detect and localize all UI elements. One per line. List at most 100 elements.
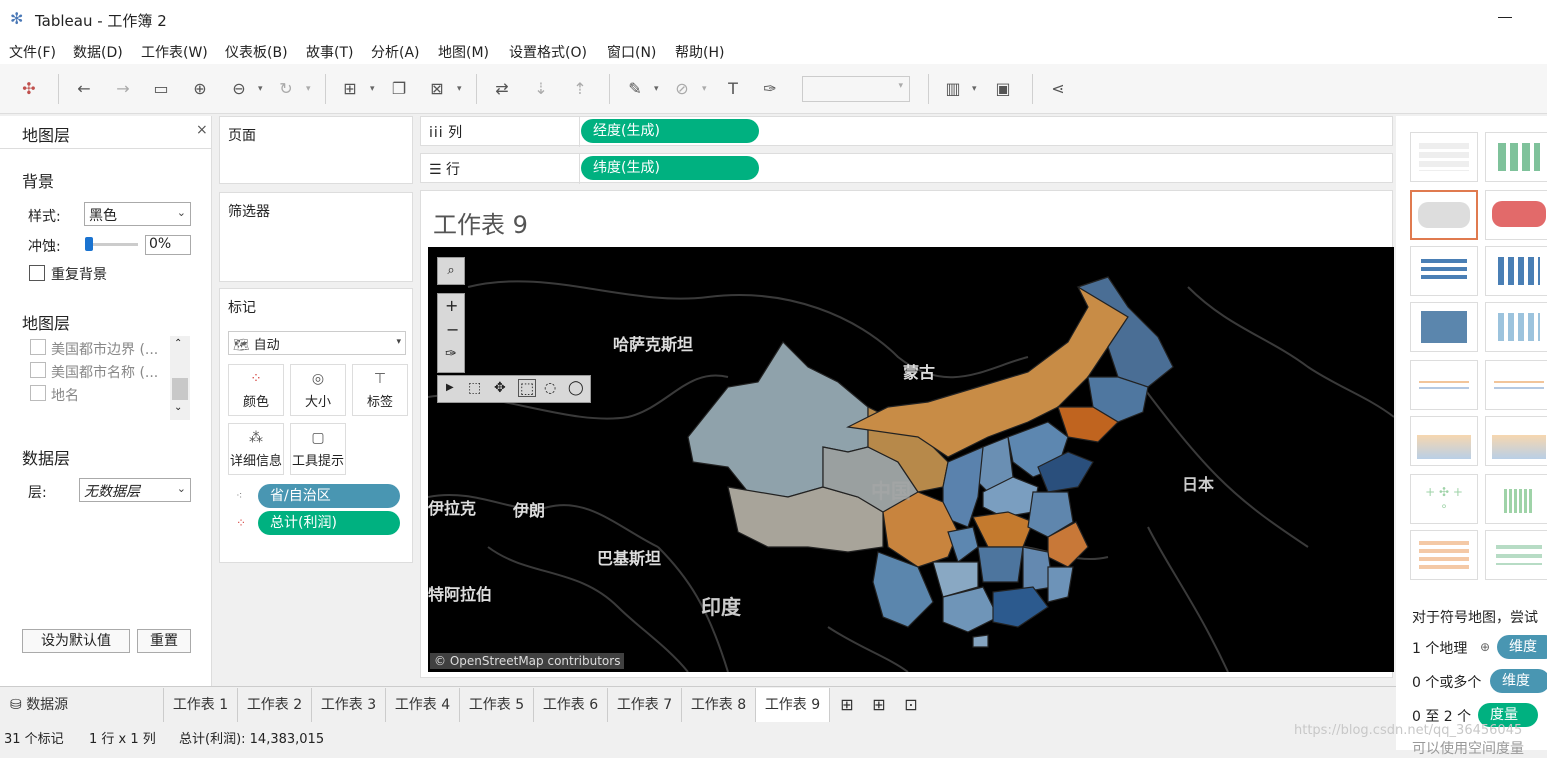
mark-type-select[interactable]: 🗺 自动 ▾ [228,331,406,355]
tab-sheet-2[interactable]: 工作表 2 [238,688,312,722]
save-icon[interactable]: ▭ [150,78,172,100]
latitude-pill[interactable]: 纬度(生成) [581,156,759,180]
menu-story[interactable]: 故事(T) [306,42,353,62]
presentation-icon[interactable]: ▣ [992,78,1014,100]
region-hunan[interactable] [977,546,1024,583]
clear-sheet-icon[interactable]: ⊠ [426,78,448,100]
province-pill[interactable]: 省/自治区 [258,484,400,508]
menu-dashboard[interactable]: 仪表板(B) [225,42,288,62]
lasso-select-icon[interactable]: ◯ [568,380,584,396]
heat-map-thumb[interactable] [1485,132,1547,182]
label-button[interactable]: ⊤ 标签 [352,364,408,416]
zoom-area-icon[interactable]: ⬚ [468,380,481,396]
menu-format[interactable]: 设置格式(O) [509,42,587,62]
menu-help[interactable]: 帮助(H) [675,42,724,62]
pause-updates-icon[interactable]: ⊖ [228,78,250,100]
region-chongqing[interactable] [947,526,979,563]
refresh-icon[interactable]: ↻ [275,78,297,100]
fit-combo[interactable]: ▾ [802,76,910,102]
zoom-in-icon[interactable]: + [445,296,458,315]
treemap-thumb[interactable] [1410,302,1478,352]
washout-input[interactable]: 0% [145,235,191,255]
tab-sheet-9[interactable]: 工作表 9 [756,688,830,722]
layer-select[interactable]: 无数据层 ⌄ [79,478,191,502]
sort-asc-icon[interactable]: ⇣ [530,78,552,100]
menu-analysis[interactable]: 分析(A) [371,42,420,62]
longitude-pill[interactable]: 经度(生成) [581,119,759,143]
tab-sheet-4[interactable]: 工作表 4 [386,688,460,722]
area-discrete-thumb[interactable] [1485,416,1547,466]
rect-select-icon[interactable]: ⬚ [518,379,536,397]
washout-slider[interactable] [88,243,138,246]
bar-chart-thumb[interactable] [1410,246,1478,296]
region-hubei[interactable] [972,511,1034,548]
scatter-thumb[interactable]: + ✣ + ∘ [1410,474,1478,524]
region-guangdong[interactable] [992,586,1049,628]
menu-worksheet[interactable]: 工作表(W) [141,42,208,62]
highlight-icon[interactable]: ✎ [624,78,646,100]
fix-axes-icon[interactable]: ✑ [759,78,781,100]
new-dashboard-icon[interactable]: ⊞ [868,688,890,722]
tab-sheet-7[interactable]: 工作表 7 [608,688,682,722]
duplicate-sheet-icon[interactable]: ❐ [388,78,410,100]
new-worksheet-icon[interactable]: ⊞ [836,688,858,722]
filters-card[interactable]: 筛选器 [219,192,413,282]
new-sheet-icon[interactable]: ⊞ [339,78,361,100]
undo-icon[interactable]: ← [73,78,95,100]
tab-datasource[interactable]: ⛁ 数据源 [0,688,164,722]
bullet-thumb[interactable] [1485,530,1547,580]
circle-view-thumb[interactable] [1485,302,1547,352]
pan-icon[interactable]: ✥ [494,380,506,396]
play-icon[interactable]: ▶ [446,382,454,393]
tooltip-button[interactable]: ▢ 工具提示 [290,423,346,475]
zoom-out-icon[interactable]: − [446,320,459,339]
show-labels-icon[interactable]: T [722,78,744,100]
reset-button[interactable]: 重置 [137,629,191,653]
menu-file[interactable]: 文件(F) [9,42,56,62]
size-button[interactable]: ◎ 大小 [290,364,346,416]
new-story-icon[interactable]: ⊡ [900,688,922,722]
map-search-button[interactable]: ⌕ [437,257,465,285]
text-table-thumb[interactable] [1410,132,1478,182]
sort-desc-icon[interactable]: ⇡ [569,78,591,100]
show-cards-icon[interactable]: ▥ [942,78,964,100]
profit-pill[interactable]: 总计(利润) [258,511,400,535]
region-fujian[interactable] [1047,566,1074,603]
area-chart-thumb[interactable] [1410,416,1478,466]
menu-window[interactable]: 窗口(N) [607,42,656,62]
menu-data[interactable]: 数据(D) [73,42,123,62]
set-default-button[interactable]: 设为默认值 [22,629,130,653]
columns-shelf[interactable]: iii 列 经度(生成) [420,116,1393,147]
tab-sheet-8[interactable]: 工作表 8 [682,688,756,722]
pages-card[interactable]: 页面 [219,116,413,184]
region-hainan[interactable] [972,634,989,648]
tab-sheet-6[interactable]: 工作表 6 [534,688,608,722]
tableau-home-icon[interactable]: ✣ [18,78,40,100]
swap-icon[interactable]: ⇄ [491,78,513,100]
radial-select-icon[interactable]: ◌ [544,380,556,396]
gantt-thumb[interactable] [1410,530,1478,580]
washout-slider-handle[interactable] [85,237,93,251]
layer-checkbox[interactable] [30,385,46,401]
tab-sheet-5[interactable]: 工作表 5 [460,688,534,722]
share-icon[interactable]: ⋖ [1047,78,1069,100]
filled-map-thumb[interactable] [1485,190,1547,240]
tab-sheet-1[interactable]: 工作表 1 [164,688,238,722]
repeat-checkbox[interactable] [29,265,45,281]
group-icon[interactable]: ⊘ [671,78,693,100]
tab-sheet-3[interactable]: 工作表 3 [312,688,386,722]
layer-checkbox[interactable] [30,339,46,355]
map-attribution[interactable]: © OpenStreetMap contributors [430,653,625,669]
layer-checkbox[interactable] [30,362,46,378]
minimize-button[interactable] [1498,17,1512,18]
style-select[interactable]: 黑色 ⌄ [84,202,191,226]
new-datasource-icon[interactable]: ⊕ [189,78,211,100]
dual-line-thumb[interactable] [1485,360,1547,410]
menu-map[interactable]: 地图(M) [438,42,489,62]
detail-button[interactable]: ⁂ 详细信息 [228,423,284,475]
symbol-map-thumb[interactable] [1410,190,1478,240]
close-icon[interactable]: × [196,122,208,138]
line-chart-thumb[interactable] [1410,360,1478,410]
redo-icon[interactable]: → [112,78,134,100]
map-view[interactable]: 哈萨克斯坦 蒙古 中国 伊朗 巴基斯坦 印度 日本 伊拉克 特阿拉伯 ⌕ + −… [428,247,1394,672]
